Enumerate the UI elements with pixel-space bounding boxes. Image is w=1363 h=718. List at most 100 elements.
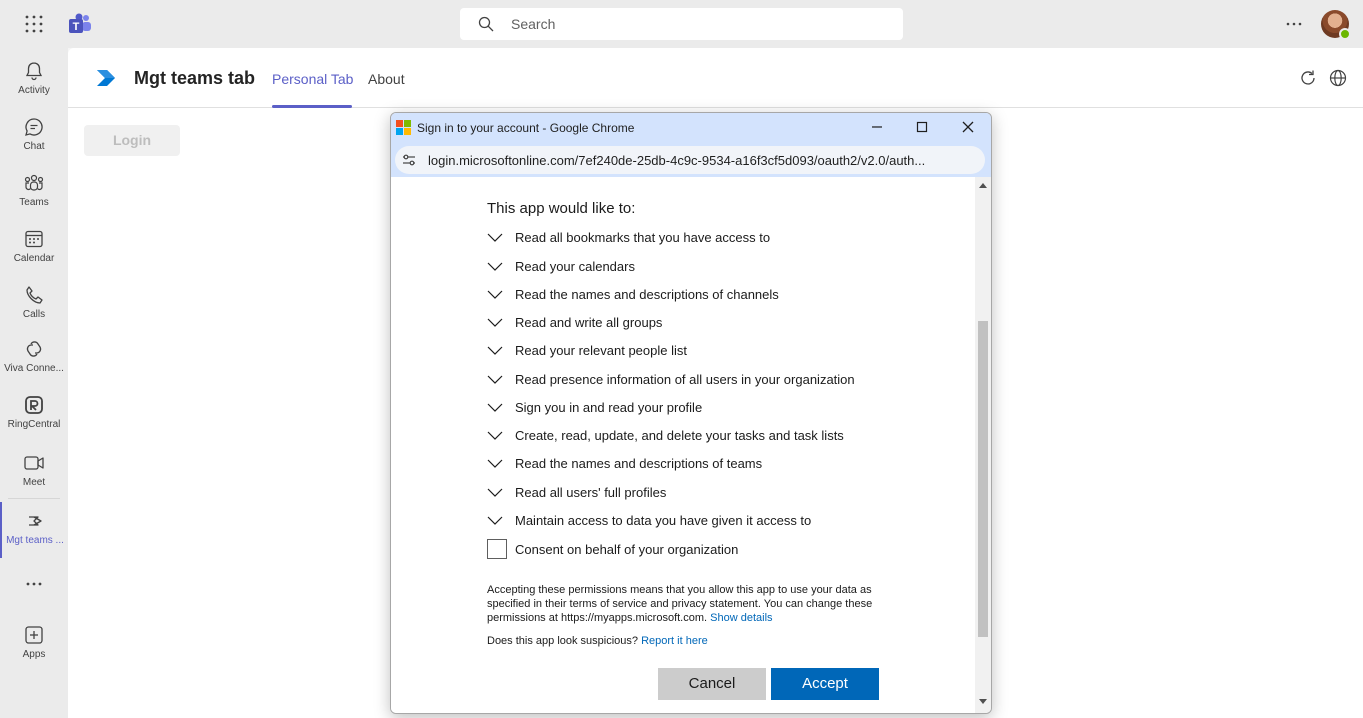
search-bar[interactable]: Search <box>460 8 903 40</box>
maximize-icon[interactable] <box>915 120 929 134</box>
permissions-disclaimer: Accepting these permissions means that y… <box>487 583 887 625</box>
suspicious-text: Does this app look suspicious? <box>487 635 639 647</box>
chat-icon <box>25 118 43 136</box>
url-text: login.microsoftonline.com/7ef240de-25db-… <box>428 153 926 168</box>
suspicious-notice: Does this app look suspicious? Report it… <box>487 635 708 647</box>
site-settings-icon[interactable] <box>401 152 417 168</box>
permission-label: Read presence information of all users i… <box>515 372 855 387</box>
chevron-down-icon <box>487 459 503 468</box>
top-bar: T Search <box>0 0 1363 48</box>
rail-item-label: Teams <box>19 197 49 208</box>
phone-icon <box>26 286 43 304</box>
rail-item-label: Meet <box>22 477 46 488</box>
chevron-down-icon <box>487 516 503 525</box>
chevron-down-icon <box>487 346 503 355</box>
rail-item-viva-connections[interactable]: Viva Conne... <box>0 330 68 386</box>
rail-item-mgt-teams[interactable]: Mgt teams ... <box>0 502 68 558</box>
chevron-down-icon <box>487 431 503 440</box>
rail-item-ringcentral[interactable]: RingCentral <box>0 386 68 442</box>
apps-grid-icon[interactable] <box>24 14 44 34</box>
show-details-link[interactable]: Show details <box>710 612 772 624</box>
signin-popup-window: Sign in to your account - Google Chrome … <box>390 112 992 714</box>
tab-personal[interactable]: Personal Tab <box>272 71 353 87</box>
chevron-down-icon <box>487 318 503 327</box>
rail-item-calendar[interactable]: Calendar <box>0 220 68 276</box>
close-icon[interactable] <box>961 120 975 134</box>
mgt-app-icon <box>29 516 42 526</box>
rail-item-label: Calendar <box>13 253 55 264</box>
chevron-down-icon <box>487 233 503 242</box>
scroll-down-arrow-icon[interactable] <box>979 699 987 704</box>
popup-address-bar: login.microsoftonline.com/7ef240de-25db-… <box>391 143 991 177</box>
permissions-intro: This app would like to: <box>487 200 636 217</box>
rail-item-label: Activity <box>18 85 50 96</box>
app-header: Mgt teams tab Personal Tab About <box>68 48 1363 108</box>
chevron-down-icon <box>487 375 503 384</box>
add-app-icon <box>25 626 43 644</box>
svg-text:T: T <box>73 21 80 33</box>
url-field[interactable]: login.microsoftonline.com/7ef240de-25db-… <box>395 146 985 174</box>
popup-window-title: Sign in to your account - Google Chrome <box>417 121 635 135</box>
active-tab-indicator <box>272 105 352 108</box>
permission-label: Read and write all groups <box>515 315 663 330</box>
microsoft-logo-icon <box>396 120 411 135</box>
permission-label: Read all users' full profiles <box>515 485 667 500</box>
popup-scrollbar[interactable] <box>975 177 991 713</box>
more-options-icon[interactable] <box>1282 14 1306 34</box>
consent-page: This app would like to: Read all bookmar… <box>391 177 975 713</box>
search-placeholder: Search <box>511 16 556 32</box>
refresh-icon[interactable] <box>1299 69 1317 87</box>
rail-item-apps[interactable]: Apps <box>0 616 68 672</box>
globe-icon[interactable] <box>1329 69 1347 87</box>
chevron-down-icon <box>487 262 503 271</box>
cancel-button[interactable]: Cancel <box>658 668 766 700</box>
app-title: Mgt teams tab <box>134 68 256 88</box>
presence-available-badge <box>1339 28 1351 40</box>
tab-about[interactable]: About <box>368 71 405 87</box>
rail-item-label: Viva Conne... <box>4 363 64 374</box>
permission-label: Create, read, update, and delete your ta… <box>515 428 844 443</box>
scroll-up-arrow-icon[interactable] <box>979 183 987 188</box>
permission-label: Read your relevant people list <box>515 343 687 358</box>
more-dots-icon[interactable] <box>24 578 44 590</box>
rail-item-label: Chat <box>23 141 45 152</box>
video-icon <box>24 456 44 470</box>
search-icon <box>478 16 494 32</box>
chevron-down-icon <box>487 403 503 412</box>
report-link[interactable]: Report it here <box>641 635 708 647</box>
rail-item-activity[interactable]: Activity <box>0 52 68 108</box>
scrollbar-thumb[interactable] <box>978 321 988 637</box>
permission-label: Read the names and descriptions of teams <box>515 456 763 471</box>
permission-label: Maintain access to data you have given i… <box>515 513 812 528</box>
avatar[interactable] <box>1321 10 1351 40</box>
mgt-logo-icon <box>97 70 115 86</box>
login-button[interactable]: Login <box>84 125 180 156</box>
accept-button[interactable]: Accept <box>771 668 879 700</box>
disclaimer-text: Accepting these permissions means that y… <box>487 584 873 624</box>
checkbox[interactable] <box>487 539 507 559</box>
permission-label: Sign you in and read your profile <box>515 400 703 415</box>
chevron-down-icon <box>487 290 503 299</box>
bell-icon <box>25 62 43 81</box>
rail-item-label: RingCentral <box>7 419 61 430</box>
permission-label: Read all bookmarks that you have access … <box>515 230 771 245</box>
popup-titlebar: Sign in to your account - Google Chrome <box>391 113 991 143</box>
ringcentral-icon <box>25 396 43 414</box>
rail-item-meet[interactable]: Meet <box>0 444 68 500</box>
teams-icon <box>24 174 44 191</box>
rail-item-teams[interactable]: Teams <box>0 164 68 220</box>
rail-item-label: Apps <box>22 649 46 660</box>
chevron-down-icon <box>487 488 503 497</box>
permission-label: Read the names and descriptions of chann… <box>515 287 779 302</box>
calendar-icon <box>25 230 43 248</box>
minimize-icon[interactable] <box>870 120 884 134</box>
teams-logo-icon: T <box>69 13 91 33</box>
rail-item-chat[interactable]: Chat <box>0 108 68 164</box>
rail-item-calls[interactable]: Calls <box>0 276 68 332</box>
rail-item-label: Calls <box>22 309 46 320</box>
app-rail: Activity Chat Teams Calendar Calls Viva … <box>0 48 68 718</box>
rail-divider <box>8 498 60 499</box>
rail-item-label: Mgt teams ... <box>6 535 64 546</box>
viva-connections-icon <box>26 341 42 357</box>
consent-label: Consent on behalf of your organization <box>515 542 739 557</box>
